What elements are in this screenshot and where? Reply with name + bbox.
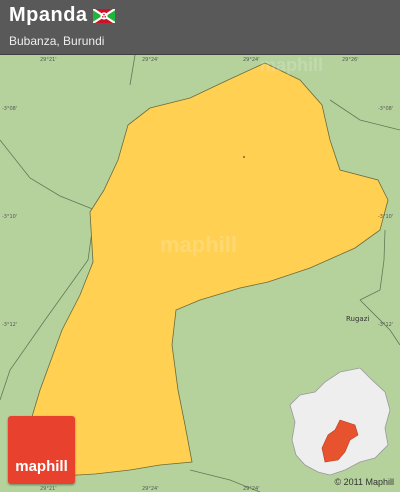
watermark: maphill: [160, 232, 238, 257]
page-title: Mpanda: [9, 4, 88, 26]
logo-text: maphill: [15, 458, 68, 475]
copyright-text: © 2011 Maphill: [334, 477, 395, 487]
page-subtitle: Bubanza, Burundi: [9, 34, 105, 48]
coord-label-left: -3°10': [2, 214, 18, 220]
coord-label-bottom: 29°24': [142, 486, 159, 492]
coord-label-right: -3°12': [378, 322, 394, 328]
coord-label-top: 29°24': [243, 57, 260, 63]
coord-label-top: 29°26': [342, 57, 359, 63]
coord-label-left: -3°08': [2, 106, 18, 112]
burundi-flag-icon: [93, 9, 115, 23]
coord-label-top: 29°21': [40, 57, 57, 63]
coord-label-top: 29°24': [142, 57, 159, 63]
coord-label-bottom: 29°21': [40, 486, 57, 492]
map-header: Mpanda Bubanza, Burundi: [0, 0, 400, 55]
watermark: maphill: [260, 55, 324, 75]
coord-label-right: -3°10': [378, 214, 394, 220]
place-label-rugazi: Rugazi: [346, 315, 370, 323]
coord-label-right: -3°08': [378, 106, 394, 112]
coord-label-left: -3°12': [2, 322, 18, 328]
maphill-logo[interactable]: maphill: [8, 416, 75, 484]
coord-label-bottom: 29°24': [243, 486, 260, 492]
settlement-dot: [243, 156, 245, 158]
